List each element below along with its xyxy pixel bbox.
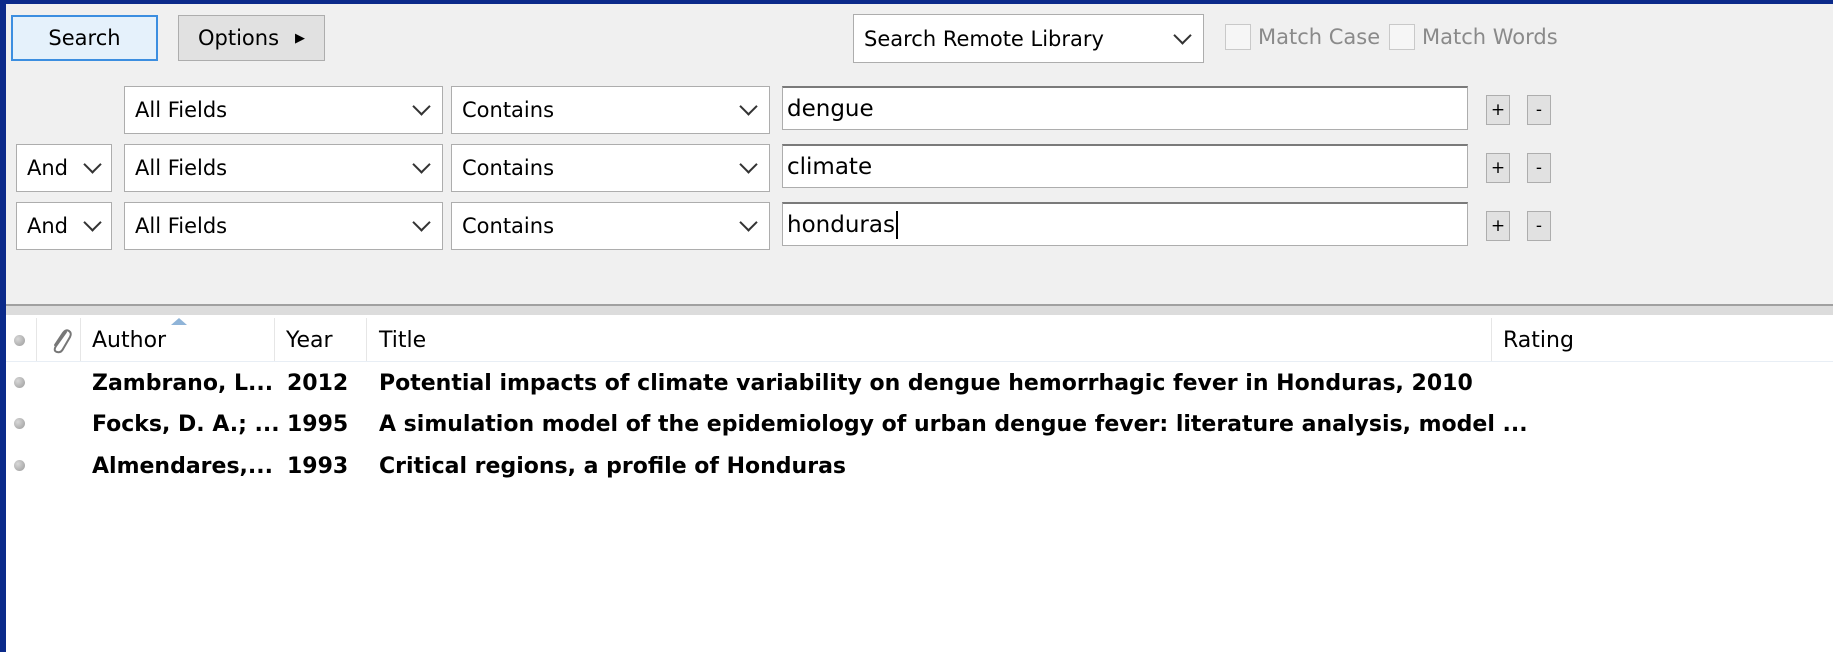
column-header-rating-label: Rating <box>1503 327 1574 353</box>
condition-select-3[interactable]: Contains <box>451 202 770 250</box>
search-term-input-2[interactable]: climate <box>782 144 1468 188</box>
column-separator <box>1491 318 1492 362</box>
field-select-3[interactable]: All Fields <box>124 202 443 250</box>
column-separator <box>366 318 367 362</box>
column-header-year-label: Year <box>286 327 333 353</box>
field-select-value: All Fields <box>135 98 228 122</box>
read-status-dot-icon <box>14 377 25 388</box>
table-row[interactable]: Almendares,... 1993 Critical regions, a … <box>6 446 1833 486</box>
read-status-dot-icon <box>14 460 25 471</box>
chevron-down-icon <box>739 213 758 232</box>
condition-select-value: Contains <box>462 214 555 238</box>
column-separator <box>274 318 275 362</box>
read-status-column-icon[interactable] <box>14 335 25 346</box>
chevron-down-icon <box>1173 25 1192 45</box>
search-term-value: dengue <box>787 95 874 122</box>
splitter-handle[interactable] <box>6 306 1833 315</box>
minus-icon: - <box>1535 158 1543 178</box>
minus-icon: - <box>1535 100 1543 120</box>
plus-icon: + <box>1490 158 1506 178</box>
operator-select-3[interactable]: And <box>16 202 112 250</box>
column-header-title[interactable]: Title <box>379 318 426 362</box>
add-criteria-button-1[interactable]: + <box>1486 95 1510 125</box>
field-select-2[interactable]: All Fields <box>124 144 443 192</box>
table-row[interactable]: Zambrano, L... 2012 Potential impacts of… <box>6 363 1833 403</box>
year-cell: 1993 <box>287 453 349 479</box>
year-cell: 1995 <box>287 411 349 437</box>
remove-criteria-button-2[interactable]: - <box>1527 153 1551 183</box>
chevron-down-icon <box>412 155 431 174</box>
chevron-down-icon <box>83 155 102 174</box>
field-select-value: All Fields <box>135 214 228 238</box>
read-status-dot-icon <box>14 418 25 429</box>
minus-icon: - <box>1535 216 1543 236</box>
plus-icon: + <box>1490 100 1506 120</box>
library-select[interactable]: Search Remote Library <box>853 14 1204 63</box>
column-header-rating[interactable]: Rating <box>1503 318 1574 362</box>
options-button-label: Options <box>197 26 280 50</box>
options-button[interactable]: Options ▶ <box>178 15 325 61</box>
add-criteria-button-3[interactable]: + <box>1486 211 1510 241</box>
chevron-down-icon <box>739 155 758 174</box>
sort-ascending-icon <box>171 318 187 325</box>
column-separator <box>80 318 81 362</box>
operator-select-value: And <box>27 214 69 238</box>
chevron-down-icon <box>83 213 102 232</box>
condition-select-value: Contains <box>462 98 555 122</box>
author-cell: Focks, D. A.; ... <box>92 411 280 437</box>
search-term-value: honduras <box>787 211 895 238</box>
field-select-value: All Fields <box>135 156 228 180</box>
condition-select-2[interactable]: Contains <box>451 144 770 192</box>
match-words-label: Match Words <box>1422 25 1558 49</box>
title-cell: A simulation model of the epidemiology o… <box>379 411 1528 437</box>
column-header-year[interactable]: Year <box>286 318 333 362</box>
paperclip-icon[interactable] <box>48 326 74 356</box>
match-case-label: Match Case <box>1258 25 1381 49</box>
condition-select-value: Contains <box>462 156 555 180</box>
chevron-down-icon <box>739 97 758 116</box>
operator-select-value: And <box>27 156 69 180</box>
chevron-down-icon <box>412 97 431 116</box>
header-bottom-border <box>6 361 1833 362</box>
column-header-title-label: Title <box>379 327 427 353</box>
title-cell: Potential impacts of climate variability… <box>379 370 1473 396</box>
remove-criteria-button-1[interactable]: - <box>1527 95 1551 125</box>
column-header-author[interactable]: Author <box>92 318 166 362</box>
search-term-value: climate <box>787 153 873 180</box>
match-words-checkbox[interactable] <box>1389 24 1415 50</box>
title-cell: Critical regions, a profile of Honduras <box>379 453 847 479</box>
search-button-label: Search <box>48 26 121 50</box>
author-cell: Zambrano, L... <box>92 370 274 396</box>
column-separator <box>36 318 37 362</box>
remove-criteria-button-3[interactable]: - <box>1527 211 1551 241</box>
operator-select-2[interactable]: And <box>16 144 112 192</box>
search-term-input-3[interactable]: honduras <box>782 202 1468 246</box>
chevron-down-icon <box>412 213 431 232</box>
triangle-right-icon: ▶ <box>295 30 306 46</box>
plus-icon: + <box>1490 216 1506 236</box>
library-select-value: Search Remote Library <box>864 26 1104 51</box>
search-term-input-1[interactable]: dengue <box>782 86 1468 130</box>
column-header-author-label: Author <box>92 327 167 353</box>
match-case-checkbox[interactable] <box>1225 24 1251 50</box>
match-case-option[interactable]: Match Case <box>1225 24 1380 50</box>
search-button[interactable]: Search <box>11 15 158 61</box>
field-select-1[interactable]: All Fields <box>124 86 443 134</box>
author-cell: Almendares,... <box>92 453 273 479</box>
table-row[interactable]: Focks, D. A.; ... 1995 A simulation mode… <box>6 404 1833 444</box>
condition-select-1[interactable]: Contains <box>451 86 770 134</box>
match-words-option[interactable]: Match Words <box>1389 24 1558 50</box>
add-criteria-button-2[interactable]: + <box>1486 153 1510 183</box>
year-cell: 2012 <box>287 370 349 396</box>
text-cursor <box>895 210 898 239</box>
